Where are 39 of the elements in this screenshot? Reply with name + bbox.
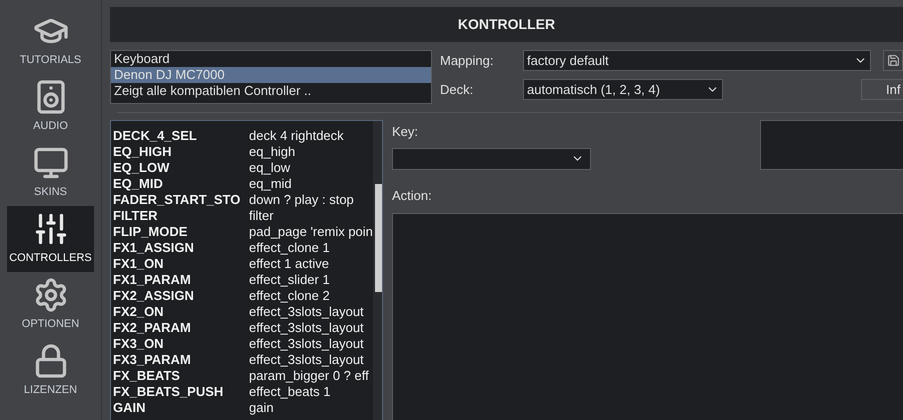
function-row[interactable]: FX2_ASSIGN effect_clone 2 (113, 288, 373, 304)
function-row[interactable]: FX2_PARAM effect_3slots_layout (113, 320, 373, 336)
mapping-select[interactable]: factory default (523, 50, 871, 71)
function-row[interactable]: EQ_LOW eq_low (113, 160, 373, 176)
floppy-icon (886, 54, 900, 67)
deck-label: Deck: (440, 80, 474, 99)
mapping-label: Mapping: (440, 52, 494, 70)
function-row[interactable]: FILTER filter (113, 208, 373, 224)
function-row[interactable]: FLIP_MODE pad_page 'remix poin (113, 224, 373, 240)
panel-title: KONTROLLER (458, 15, 556, 34)
function-row[interactable]: EQ_MID eq_mid (113, 176, 373, 192)
function-row[interactable]: FX_BEATS param_bigger 0 ? eff (113, 368, 373, 384)
scrollbar-thumb[interactable] (374, 184, 382, 292)
deck-select[interactable]: automatisch (1, 2, 3, 4) (523, 79, 723, 100)
sidebar-item[interactable]: CONTROLLERS (7, 206, 94, 272)
device-list-item[interactable]: Denon DJ MC7000 (111, 67, 431, 83)
function-row[interactable]: FX1_ASSIGN effect_clone 1 (113, 240, 373, 256)
function-row[interactable]: EQ_HIGH eq_high (113, 144, 373, 160)
function-row[interactable]: FX1_ON effect 1 active (113, 256, 373, 272)
function-row[interactable]: FX3_PARAM effect_3slots_layout (113, 352, 373, 368)
function-row[interactable]: FX_BEATS_PUSH effect_beats 1 (113, 384, 373, 400)
device-list-item[interactable]: Zeigt alle kompatiblen Controller .. (111, 83, 431, 99)
key-label: Key: (392, 123, 420, 141)
action-label: Action: (392, 187, 433, 205)
function-row[interactable]: FX3_ON effect_3slots_layout (113, 336, 373, 352)
sidebar-item[interactable]: OPTIONEN (7, 272, 94, 338)
sidebar-item[interactable]: TUTORIALS (7, 8, 94, 74)
function-row[interactable]: GAIN gain (113, 400, 373, 416)
function-row[interactable]: FX2_ON effect_3slots_layout (113, 304, 373, 320)
sidebar-item[interactable]: LIZENZEN (7, 338, 94, 404)
device-list-item[interactable]: Keyboard (111, 51, 431, 67)
function-row[interactable]: FX1_PARAM effect_slider 1 (113, 272, 373, 288)
save-button[interactable] (883, 50, 903, 71)
info-button[interactable]: Inf (861, 79, 903, 100)
function-row[interactable]: FADER_START_STO down ? play : stop (113, 192, 373, 208)
function-row[interactable]: DECK_4_SEL deck 4 rightdeck (113, 128, 373, 144)
sidebar-item[interactable]: AUDIO (7, 74, 94, 140)
sidebar-item[interactable]: SKINS (7, 140, 94, 206)
key-select[interactable] (392, 148, 591, 170)
